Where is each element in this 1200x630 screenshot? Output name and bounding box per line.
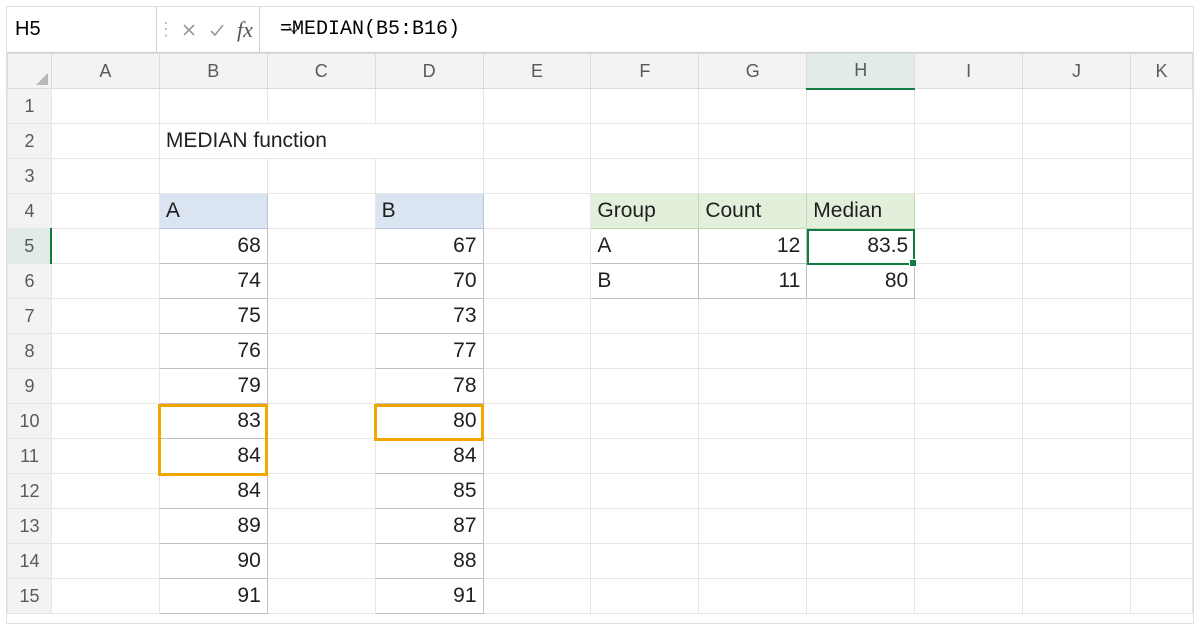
name-box[interactable] [7,7,157,52]
cell[interactable]: 80 [807,264,915,299]
spreadsheet-grid[interactable]: A B C D E F G H I J K 1 2 MEDIAN functio… [7,53,1193,623]
column-header[interactable]: K [1130,54,1192,89]
select-all-corner[interactable] [8,54,52,89]
column-header[interactable]: C [267,54,375,89]
column-header[interactable]: E [483,54,591,89]
grid-table[interactable]: A B C D E F G H I J K 1 2 MEDIAN functio… [7,53,1193,614]
cell[interactable]: 91 [375,579,483,614]
active-cell[interactable]: 83.5 [807,229,915,264]
cell[interactable]: A [591,229,699,264]
row-header[interactable]: 4 [8,194,52,229]
row-header[interactable]: 6 [8,264,52,299]
column-header[interactable]: D [375,54,483,89]
insert-function-button[interactable]: fx [231,7,259,52]
cell[interactable]: 91 [159,579,267,614]
cell[interactable]: 85 [375,474,483,509]
cell[interactable]: Count [699,194,807,229]
cell[interactable]: 11 [699,264,807,299]
cell[interactable]: 84 [159,474,267,509]
enter-formula-button[interactable] [203,7,231,52]
cell[interactable]: 84 [159,439,267,474]
cell[interactable]: 83 [159,404,267,439]
cell[interactable]: 77 [375,334,483,369]
cell[interactable]: 84 [375,439,483,474]
cell[interactable]: 70 [375,264,483,299]
cell[interactable]: 78 [375,369,483,404]
row-header[interactable]: 7 [8,299,52,334]
row-header[interactable]: 1 [8,89,52,124]
cell[interactable]: Median [807,194,915,229]
row-header[interactable]: 10 [8,404,52,439]
cell[interactable]: 68 [159,229,267,264]
page-title: MEDIAN function [159,124,483,159]
cell[interactable]: 87 [375,509,483,544]
column-header[interactable]: H [807,54,915,89]
cell[interactable]: 75 [159,299,267,334]
cell[interactable]: 80 [375,404,483,439]
cell[interactable]: B [375,194,483,229]
cell[interactable]: 88 [375,544,483,579]
cell[interactable]: A [159,194,267,229]
row-header[interactable]: 14 [8,544,52,579]
cell[interactable]: 74 [159,264,267,299]
column-header[interactable]: I [915,54,1023,89]
cell[interactable]: 76 [159,334,267,369]
cell[interactable]: 79 [159,369,267,404]
cell[interactable]: B [591,264,699,299]
separator: ⋮ [157,7,175,52]
row-header[interactable]: 12 [8,474,52,509]
cell[interactable]: 89 [159,509,267,544]
column-header[interactable]: B [159,54,267,89]
row-header[interactable]: 5 [8,229,52,264]
row-header[interactable]: 11 [8,439,52,474]
column-header-row: A B C D E F G H I J K [8,54,1193,89]
cell[interactable]: 67 [375,229,483,264]
formula-bar: ⋮ fx [7,7,1193,53]
row-header[interactable]: 3 [8,159,52,194]
formula-input[interactable] [270,7,1193,52]
row-header[interactable]: 8 [8,334,52,369]
column-header[interactable]: F [591,54,699,89]
row-header[interactable]: 9 [8,369,52,404]
cell[interactable]: 73 [375,299,483,334]
column-header[interactable]: G [699,54,807,89]
column-header[interactable]: J [1023,54,1131,89]
cell[interactable]: 90 [159,544,267,579]
row-header[interactable]: 2 [8,124,52,159]
row-header[interactable]: 13 [8,509,52,544]
cell[interactable]: 12 [699,229,807,264]
cancel-formula-button[interactable] [175,7,203,52]
row-header[interactable]: 15 [8,579,52,614]
column-header[interactable]: A [51,54,159,89]
cell[interactable]: Group [591,194,699,229]
